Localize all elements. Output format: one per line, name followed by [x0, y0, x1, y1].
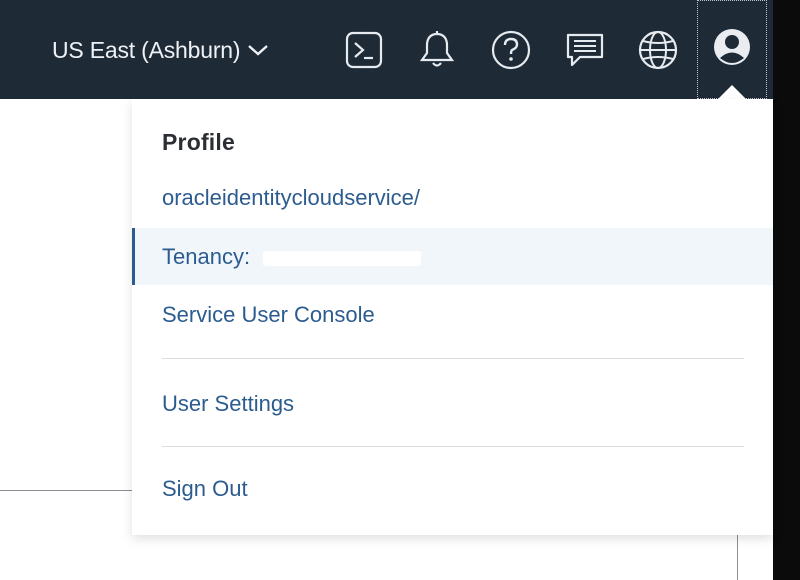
dropdown-caret — [718, 85, 746, 99]
profile-dropdown-menu: Profile oracleidentitycloudservice/ Tena… — [132, 99, 773, 535]
divider — [0, 490, 132, 491]
user-icon — [712, 27, 752, 72]
profile-heading: Profile — [162, 129, 235, 155]
window-edge — [773, 0, 800, 580]
help-icon[interactable] — [490, 29, 532, 71]
cloud-shell-icon[interactable] — [343, 29, 385, 71]
chevron-down-icon — [246, 42, 270, 58]
top-navigation-bar: US East (Ashburn) — [0, 0, 773, 99]
username-link[interactable]: oracleidentitycloudservice/ — [162, 185, 420, 211]
tenancy-label: Tenancy: — [162, 244, 251, 269]
tenancy-menu-item[interactable]: Tenancy: — [132, 228, 773, 285]
bell-icon[interactable] — [416, 29, 458, 71]
region-selector[interactable]: US East (Ashburn) — [52, 34, 270, 66]
redacted-tenancy-value — [263, 251, 421, 266]
sign-out-link[interactable]: Sign Out — [162, 476, 248, 502]
menu-divider — [162, 446, 744, 447]
region-label: US East (Ashburn) — [52, 36, 241, 63]
chat-icon[interactable] — [564, 29, 606, 71]
globe-icon[interactable] — [637, 29, 679, 71]
service-user-console-link[interactable]: Service User Console — [162, 302, 375, 328]
menu-divider — [162, 358, 744, 359]
user-settings-link[interactable]: User Settings — [162, 391, 294, 417]
divider — [737, 534, 738, 580]
